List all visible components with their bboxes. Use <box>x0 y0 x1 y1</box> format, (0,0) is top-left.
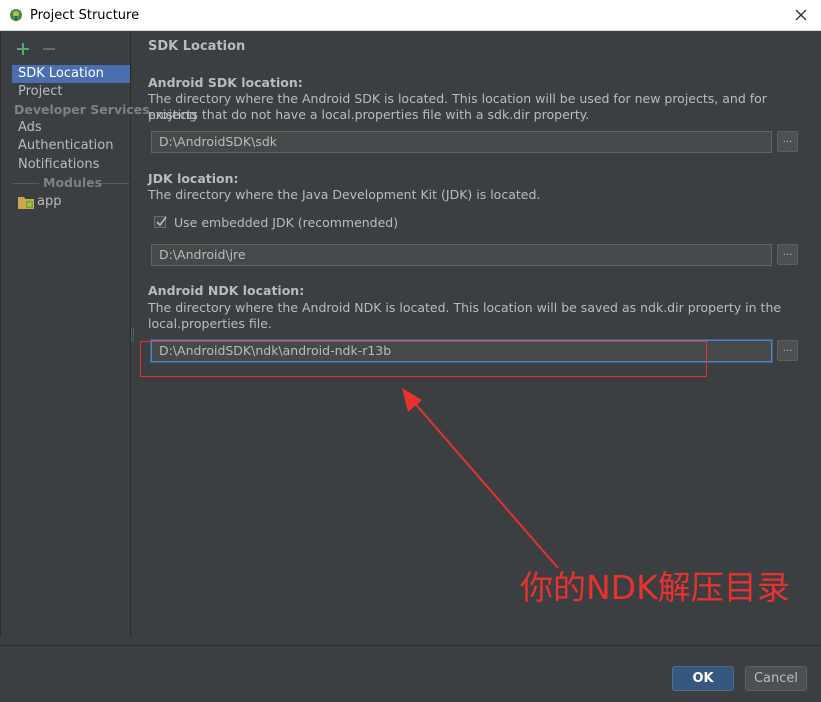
sidebar-section-developer-services: Developer Services <box>14 102 150 117</box>
modules-label: Modules <box>43 175 103 190</box>
close-icon[interactable] <box>789 3 813 27</box>
annotation-highlight-box <box>140 341 707 377</box>
jdk-description: The directory where the Java Development… <box>148 187 541 202</box>
sdk-location-field[interactable]: D:\AndroidSDK\sdk <box>151 131 772 153</box>
sidebar-item-authentication[interactable]: Authentication <box>12 137 130 155</box>
content-panel: SDK Location Android SDK location: The d… <box>134 31 821 637</box>
checkbox-label: Use embedded JDK (recommended) <box>174 215 399 230</box>
module-folder-icon <box>18 197 34 209</box>
sidebar-section-modules: Modules <box>13 174 129 192</box>
ndk-location-label: Android NDK location: <box>148 283 305 298</box>
window-title: Project Structure <box>30 8 140 23</box>
sidebar: SDK Location Project Developer Services … <box>0 31 150 637</box>
sidebar-item-label: app <box>37 194 62 209</box>
ndk-browse-button[interactable]: ... <box>777 340 798 361</box>
checkmark-icon <box>156 216 167 227</box>
ndk-description-line1: The directory where the Android NDK is l… <box>148 300 782 315</box>
divider-line <box>13 183 39 184</box>
annotation-text: 你的NDK解压目录 <box>520 568 790 607</box>
sidebar-item-ads[interactable]: Ads <box>12 119 130 137</box>
sdk-location-label: Android SDK location: <box>148 75 303 90</box>
ndk-description-line2: local.properties file. <box>148 316 272 331</box>
page-title: SDK Location <box>148 39 246 54</box>
jdk-location-label: JDK location: <box>148 171 239 186</box>
remove-icon[interactable] <box>41 39 57 57</box>
title-bar: Project Structure <box>0 0 821 31</box>
sdk-description-line2: projects that do not have a local.proper… <box>148 107 590 122</box>
android-studio-icon <box>10 9 22 21</box>
sdk-browse-button[interactable]: ... <box>777 131 798 152</box>
jdk-location-field[interactable]: D:\Android\jre <box>151 244 772 266</box>
divider-line <box>101 183 129 184</box>
cancel-button[interactable]: Cancel <box>745 666 807 691</box>
sidebar-item-project[interactable]: Project <box>12 83 130 101</box>
jdk-browse-button[interactable]: ... <box>777 244 798 265</box>
ok-button[interactable]: OK <box>672 666 734 691</box>
sidebar-item-notifications[interactable]: Notifications <box>12 156 130 174</box>
button-bar: OK Cancel <box>0 645 821 702</box>
add-icon[interactable] <box>15 39 31 57</box>
sidebar-item-sdk-location[interactable]: SDK Location <box>12 65 130 83</box>
